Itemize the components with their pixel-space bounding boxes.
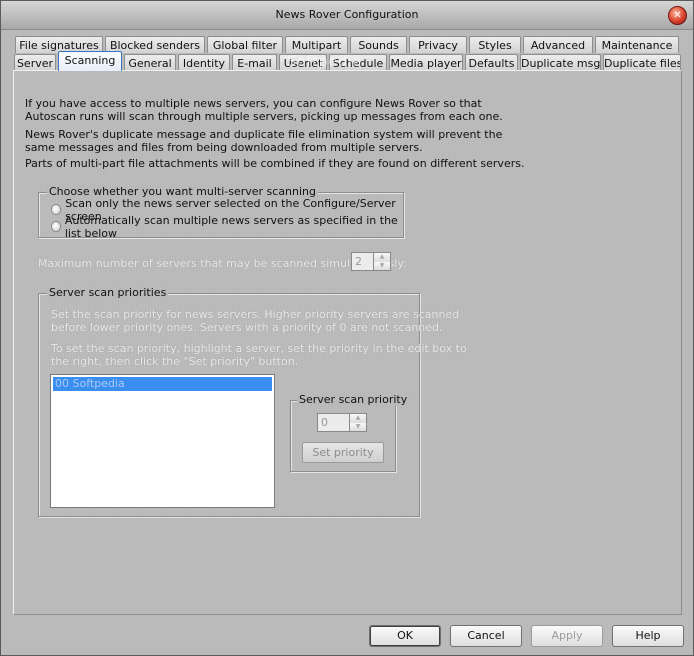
scanning-panel bbox=[13, 70, 682, 615]
tab-maintenance[interactable]: Maintenance bbox=[595, 36, 679, 53]
tab-scanning[interactable]: Scanning bbox=[58, 51, 122, 71]
tab-media-player[interactable]: Media player bbox=[389, 54, 463, 71]
tab-server[interactable]: Server bbox=[14, 54, 56, 71]
close-icon[interactable]: ✕ bbox=[668, 6, 687, 25]
tab-styles[interactable]: Styles bbox=[469, 36, 521, 53]
tab-privacy[interactable]: Privacy bbox=[409, 36, 467, 53]
tab-general[interactable]: General bbox=[124, 54, 176, 71]
config-window: News Rover Configuration ✕ File signatur… bbox=[0, 0, 694, 656]
tab-duplicate-files[interactable]: Duplicate files bbox=[603, 54, 681, 71]
apply-button[interactable]: Apply bbox=[531, 625, 603, 647]
window-title: News Rover Configuration bbox=[275, 8, 419, 21]
tab-sounds[interactable]: Sounds bbox=[350, 36, 407, 53]
tab-advanced[interactable]: Advanced bbox=[523, 36, 593, 53]
tab-defaults[interactable]: Defaults bbox=[465, 54, 518, 71]
title-bar[interactable]: News Rover Configuration ✕ bbox=[1, 1, 693, 30]
tab-email[interactable]: E-mail bbox=[232, 54, 277, 71]
tab-global-filter[interactable]: Global filter bbox=[207, 36, 283, 53]
tab-duplicate-msg[interactable]: Duplicate msg bbox=[520, 54, 601, 71]
tab-multipart[interactable]: Multipart bbox=[285, 36, 348, 53]
ok-button[interactable]: OK bbox=[369, 625, 441, 647]
help-button[interactable]: Help bbox=[612, 625, 684, 647]
tab-identity[interactable]: Identity bbox=[178, 54, 230, 71]
watermark: Softpedia bbox=[287, 54, 363, 70]
cancel-button[interactable]: Cancel bbox=[450, 625, 522, 647]
